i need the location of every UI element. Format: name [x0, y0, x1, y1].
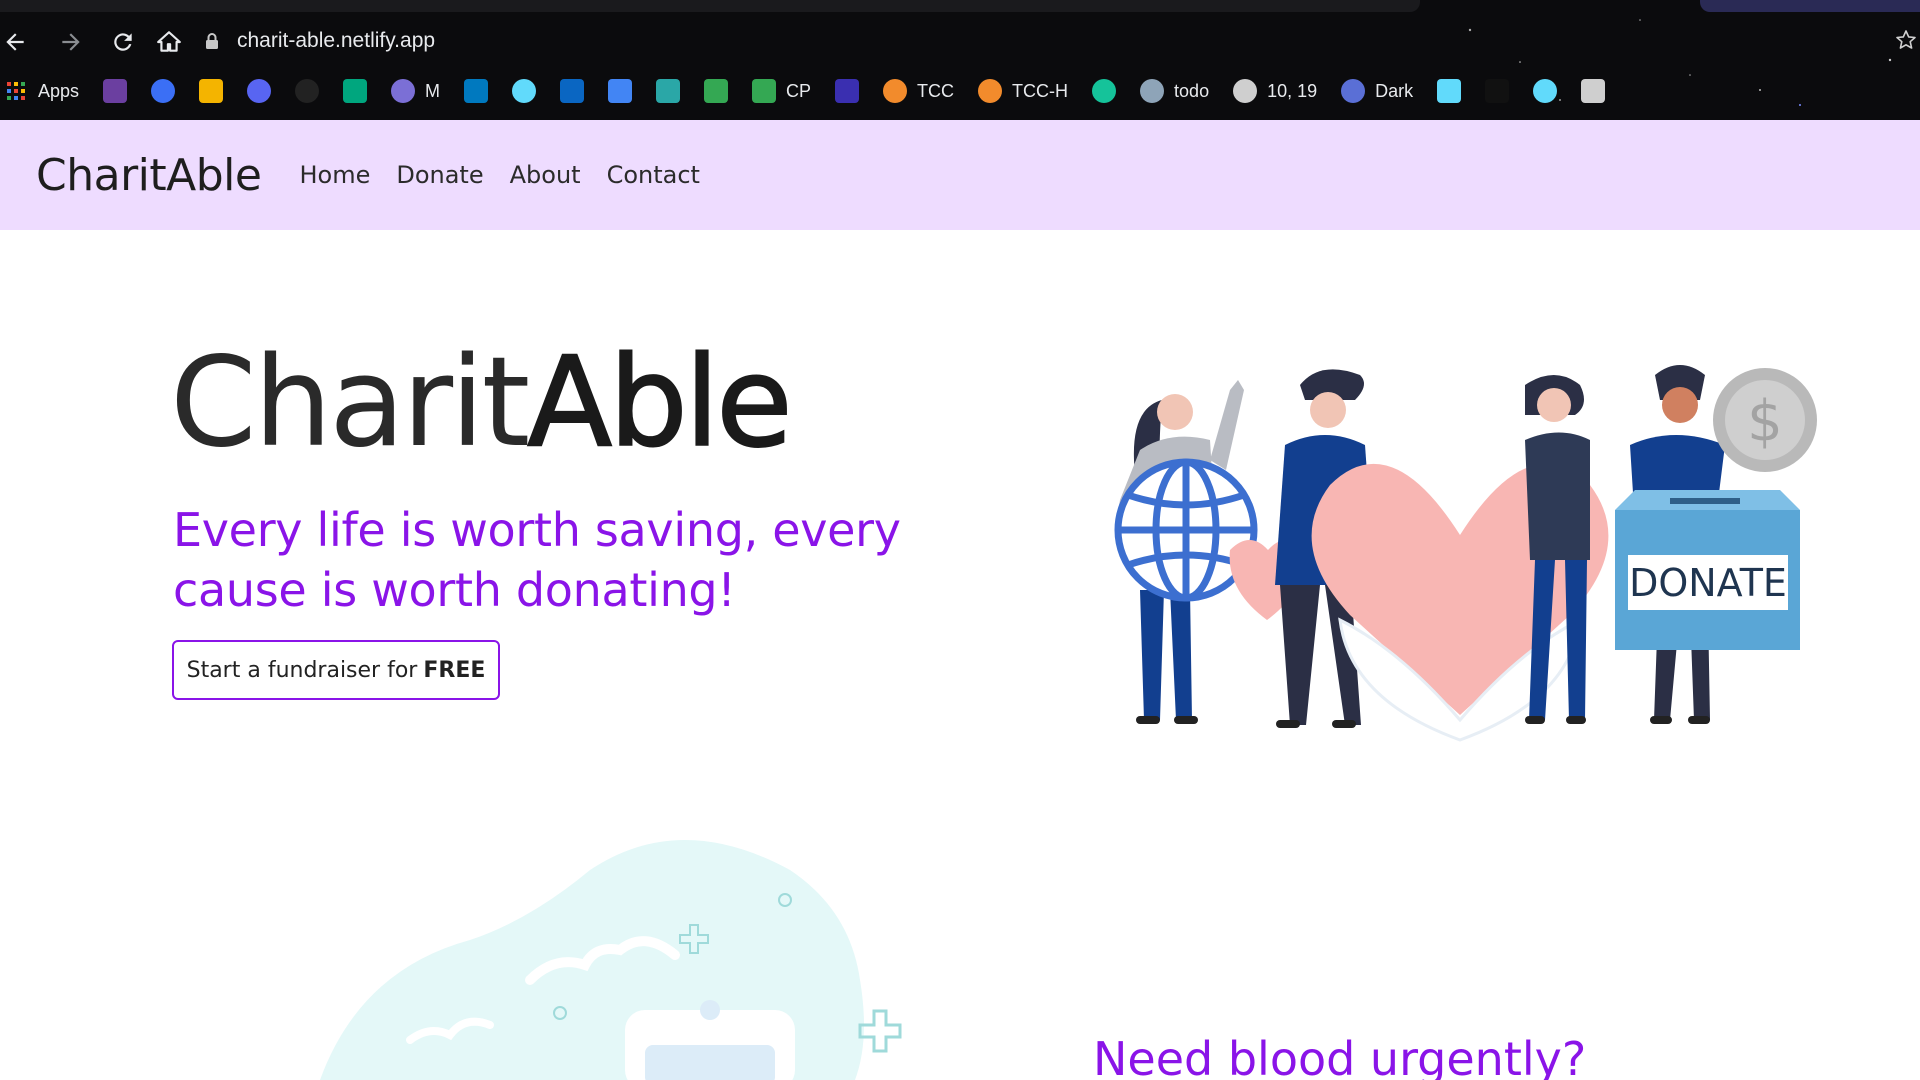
- blood-donation-illustration: [320, 840, 902, 1080]
- bookmark-item[interactable]: [1092, 79, 1117, 103]
- url-text: charit-able.netlify.app: [237, 29, 436, 52]
- mountain-icon: [656, 79, 681, 103]
- bookmark-label: todo: [1174, 80, 1210, 101]
- coin-symbol: $: [1747, 389, 1783, 454]
- bookmark-item[interactable]: [247, 79, 272, 103]
- hero-title-light: Charit: [170, 331, 530, 475]
- bookmark-item[interactable]: [608, 79, 633, 103]
- bookmarks-bar: Apps M CP TCC TCC-H todo 10, 19 Dark: [0, 74, 1920, 108]
- react-icon: [512, 79, 537, 103]
- bookmark-item[interactable]: [704, 79, 729, 103]
- hero-title-bold: Able: [526, 331, 793, 475]
- browser-chrome: charit-able.netlify.app Apps M CP TCC TCC-H t…: [0, 0, 1920, 120]
- grammarly-icon: [1092, 79, 1117, 103]
- bookmark-item[interactable]: Apps: [4, 79, 79, 103]
- home-button[interactable]: [146, 22, 192, 62]
- linkedin-icon: [560, 79, 585, 103]
- bookmark-item[interactable]: [835, 79, 860, 103]
- drive-icon: [752, 79, 777, 103]
- react-icon: [1140, 79, 1165, 103]
- bookmark-label: 10, 19: [1267, 80, 1318, 101]
- bookmark-item[interactable]: [1533, 79, 1558, 103]
- arrow-left-icon: [6, 33, 24, 51]
- address-bar[interactable]: charit-able.netlify.app: [205, 22, 1865, 60]
- site-navbar: CharitAble Home Donate About Contact: [0, 120, 1920, 230]
- nav-links: Home Donate About Contact: [299, 161, 725, 189]
- forward-button[interactable]: [48, 22, 94, 62]
- toolbar: charit-able.netlify.app: [0, 20, 1920, 64]
- charity-people-illustration: DONATE $: [1114, 365, 1817, 742]
- nav-link-home[interactable]: Home: [299, 161, 370, 189]
- react-icon: [1533, 79, 1558, 103]
- back-button[interactable]: [0, 22, 30, 62]
- home-icon: [157, 31, 181, 52]
- person-with-donate-box: DONATE $: [1615, 365, 1817, 724]
- bookmark-item[interactable]: [512, 79, 537, 103]
- tcc-icon: [978, 79, 1003, 103]
- speedometer-icon: [1233, 79, 1258, 103]
- bookmark-item[interactable]: [1485, 79, 1510, 103]
- bookmark-item[interactable]: CP: [752, 79, 811, 103]
- bookmark-item[interactable]: [103, 79, 128, 103]
- dev-icon: [1485, 79, 1510, 103]
- globe-icon: [391, 79, 416, 103]
- person-with-globe: [1114, 380, 1305, 724]
- bookmark-item[interactable]: [151, 79, 176, 103]
- nav-link-contact[interactable]: Contact: [607, 161, 700, 189]
- bookmark-item[interactable]: Dark: [1341, 79, 1413, 103]
- bookmark-label: M: [425, 80, 441, 101]
- drive-icon: [704, 79, 729, 103]
- apps-grid-icon: [4, 79, 28, 103]
- classroom-icon: [199, 79, 224, 103]
- hero-tagline: Every life is worth saving, every cause …: [173, 503, 901, 617]
- bootstrap-icon: [1437, 79, 1462, 103]
- lambda-icon: [1581, 79, 1606, 103]
- bookmark-item[interactable]: [464, 79, 489, 103]
- bookmark-star-icon[interactable]: [1894, 28, 1918, 52]
- bookmark-item[interactable]: [656, 79, 681, 103]
- docs-icon: [608, 79, 633, 103]
- donate-box-label: DONATE: [1629, 561, 1787, 605]
- start-fundraiser-button[interactable]: Start a fundraiser for FREE: [172, 640, 500, 700]
- dollar-coin-icon: $: [1713, 368, 1817, 472]
- bookmark-item[interactable]: [1437, 79, 1462, 103]
- bookmark-label: Dark: [1375, 80, 1414, 101]
- bookmark-label: TCC-H: [1012, 80, 1069, 101]
- bookmark-label: CP: [786, 80, 812, 101]
- nav-link-about[interactable]: About: [510, 161, 581, 189]
- trello-icon: [464, 79, 489, 103]
- reload-button[interactable]: [100, 22, 146, 62]
- bookmark-item[interactable]: todo: [1140, 79, 1209, 103]
- bookmark-item[interactable]: [1581, 79, 1606, 103]
- bookmark-item[interactable]: [560, 79, 585, 103]
- bookmark-item[interactable]: [199, 79, 224, 103]
- github-icon: [295, 79, 320, 103]
- active-tab-edge: [1700, 0, 1920, 12]
- tcc-icon: [883, 79, 908, 103]
- arrow-right-icon: [62, 33, 80, 51]
- bookmark-item[interactable]: [343, 79, 368, 103]
- c-circle-icon: [151, 79, 176, 103]
- discord-icon: [247, 79, 272, 103]
- bookmark-item[interactable]: [295, 79, 320, 103]
- nav-link-donate[interactable]: Donate: [396, 161, 483, 189]
- bookmark-label: TCC: [917, 80, 955, 101]
- bookmark-item[interactable]: M: [391, 79, 440, 103]
- tab-strip: [0, 0, 1420, 12]
- cta-prefix: Start a fundraiser for: [186, 657, 418, 683]
- r-icon: [835, 79, 860, 103]
- bookmark-item[interactable]: TCC: [883, 79, 954, 103]
- blood-section-heading: Need blood urgently?: [1093, 1032, 1587, 1080]
- figma-icon: [1341, 79, 1366, 103]
- cta-bold: FREE: [423, 657, 486, 683]
- bookmark-item[interactable]: TCC-H: [978, 79, 1068, 103]
- reload-icon: [114, 33, 132, 51]
- navbar-brand[interactable]: CharitAble: [36, 150, 262, 201]
- bookmark-item[interactable]: 10, 19: [1233, 79, 1317, 103]
- lock-icon: [206, 33, 218, 49]
- bookmark-label: Apps: [38, 80, 80, 101]
- meet-icon: [343, 79, 368, 103]
- hero-title: CharitAble: [170, 334, 794, 472]
- bolt-icon: [103, 79, 128, 103]
